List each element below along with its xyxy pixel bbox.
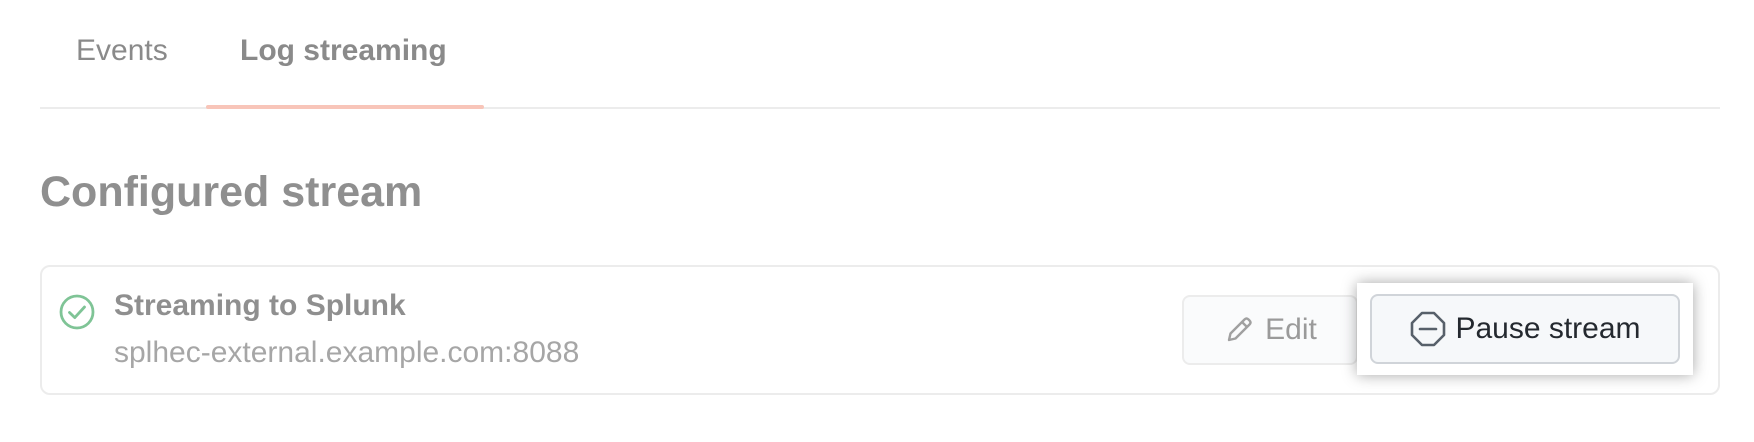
section-title: Configured stream (40, 168, 423, 216)
active-tab-indicator (206, 105, 484, 109)
pause-stream-button[interactable]: Pause stream (1370, 294, 1680, 364)
pause-button-highlight: Pause stream (1357, 283, 1693, 375)
stop-icon (1411, 311, 1446, 347)
edit-button-label: Edit (1265, 313, 1317, 346)
tab-events[interactable]: Events (76, 34, 168, 68)
stream-name: Streaming to Splunk (114, 289, 406, 322)
check-circle-icon (59, 294, 95, 330)
pencil-icon (1227, 317, 1252, 342)
pause-stream-label: Pause stream (1455, 312, 1641, 345)
stream-host: splhec-external.example.com:8088 (114, 336, 580, 369)
tab-log-streaming[interactable]: Log streaming (240, 34, 447, 68)
tab-bar: Events Log streaming (40, 0, 1720, 109)
edit-button[interactable]: Edit (1182, 295, 1358, 365)
